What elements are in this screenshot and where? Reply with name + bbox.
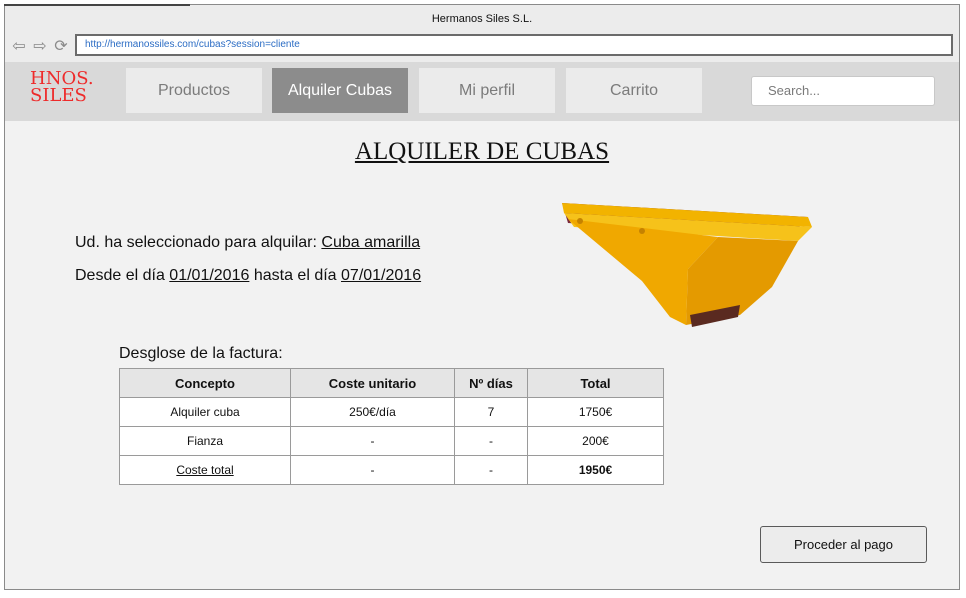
- invoice-label: Desglose de la factura:: [119, 345, 283, 362]
- tab-mi-perfil[interactable]: Mi perfil: [419, 68, 555, 113]
- table-header-row: Concepto Coste unitario Nº días Total: [119, 368, 664, 398]
- reload-icon[interactable]: ⟳: [53, 37, 69, 57]
- site-logo[interactable]: HNOS. SILES: [30, 70, 100, 106]
- date-from-link[interactable]: 01/01/2016: [169, 267, 249, 284]
- forward-arrow-icon[interactable]: ⇨: [32, 37, 48, 57]
- cell: -: [290, 455, 455, 485]
- page-title: ALQUILER DE CUBAS: [354, 138, 610, 165]
- browser-nav-icons: ⇦ ⇨ ⟳: [11, 37, 69, 57]
- yellow-skip-bin-image: [562, 203, 812, 327]
- date-to-link[interactable]: 07/01/2016: [341, 267, 421, 284]
- search-input[interactable]: Search...: [751, 76, 935, 106]
- table-row: Fianza - - 200€: [119, 426, 664, 456]
- window-tab-accent: [4, 4, 190, 6]
- selection-prefix: Ud. ha seleccionado para alquilar:: [75, 234, 317, 251]
- cell: -: [290, 426, 455, 456]
- header-dias: Nº días: [454, 368, 528, 398]
- cell: 1750€: [527, 397, 664, 427]
- selection-line: Ud. ha seleccionado para alquilar: Cuba …: [75, 234, 420, 252]
- site-navbar: HNOS. SILES Productos Alquiler Cubas Mi …: [5, 62, 959, 121]
- dates-middle: hasta el día: [253, 267, 337, 284]
- selected-item-link[interactable]: Cuba amarilla: [321, 234, 420, 251]
- header-coste-unitario: Coste unitario: [290, 368, 455, 398]
- header-concepto: Concepto: [119, 368, 291, 398]
- logo-line-2: SILES: [30, 85, 87, 106]
- invoice-table: Concepto Coste unitario Nº días Total Al…: [119, 368, 664, 485]
- total-value-cell: 1950€: [527, 455, 664, 485]
- cell: 200€: [527, 426, 664, 456]
- browser-window: Hermanos Siles S.L. ⇦ ⇨ ⟳ http://hermano…: [4, 4, 960, 590]
- cell: 250€/día: [290, 397, 455, 427]
- url-field[interactable]: http://hermanossiles.com/cubas?session=c…: [75, 34, 953, 56]
- back-arrow-icon[interactable]: ⇦: [11, 37, 27, 57]
- cell: Alquiler cuba: [119, 397, 291, 427]
- dates-prefix: Desde el día: [75, 267, 165, 284]
- tab-alquiler-cubas[interactable]: Alquiler Cubas: [272, 68, 408, 113]
- cell: -: [454, 426, 528, 456]
- cell: -: [454, 455, 528, 485]
- total-label-cell: Coste total: [119, 455, 291, 485]
- window-title: Hermanos Siles S.L.: [5, 5, 959, 32]
- address-bar-row: ⇦ ⇨ ⟳ http://hermanossiles.com/cubas?ses…: [5, 32, 959, 63]
- cell: 7: [454, 397, 528, 427]
- table-row: Coste total - - 1950€: [119, 455, 664, 485]
- tab-carrito[interactable]: Carrito: [566, 68, 702, 113]
- header-total: Total: [527, 368, 664, 398]
- total-link[interactable]: Coste total: [176, 463, 233, 477]
- table-row: Alquiler cuba 250€/día 7 1750€: [119, 397, 664, 427]
- tab-productos[interactable]: Productos: [126, 68, 262, 113]
- proceed-to-payment-button[interactable]: Proceder al pago: [760, 526, 927, 563]
- cell: Fianza: [119, 426, 291, 456]
- dates-line: Desde el día 01/01/2016 hasta el día 07/…: [75, 267, 421, 285]
